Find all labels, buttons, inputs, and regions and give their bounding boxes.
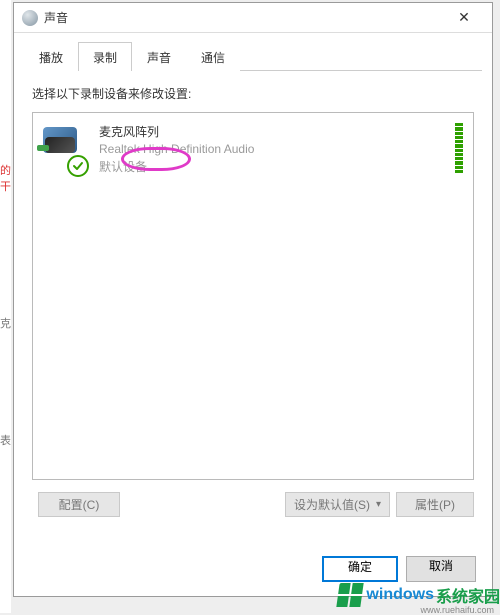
tab-playback[interactable]: 播放 [24, 42, 78, 71]
device-item[interactable]: 麦克风阵列 Realtek High Definition Audio 默认设备 [33, 113, 473, 184]
device-status: 默认设备 [99, 158, 147, 175]
cancel-button[interactable]: 取消 [406, 556, 476, 582]
default-check-icon [67, 155, 89, 177]
device-icon-wrap [43, 123, 89, 176]
watermark: windows 系统家园 [338, 583, 500, 607]
sound-icon [22, 10, 38, 26]
set-default-button[interactable]: 设为默认值(S) ▾ [285, 492, 390, 517]
tab-recording[interactable]: 录制 [78, 42, 132, 71]
tab-communications[interactable]: 通信 [186, 42, 240, 71]
side-text: 表 [0, 432, 11, 448]
level-meter [455, 123, 463, 173]
chevron-down-icon: ▾ [376, 499, 381, 510]
watermark-url: www.ruehaifu.com [420, 605, 494, 615]
microphone-icon [43, 127, 77, 153]
prompt-text: 选择以下录制设备来修改设置: [32, 85, 474, 102]
watermark-brand2: 系统家园 [436, 583, 500, 607]
ok-button[interactable]: 确定 [322, 556, 398, 582]
tab-strip: 播放 录制 声音 通信 [24, 45, 482, 71]
background-sliver: 的 干 克 表 [0, 0, 11, 613]
tab-sounds[interactable]: 声音 [132, 42, 186, 71]
side-text: 的 干 [0, 162, 11, 192]
device-name: 麦克风阵列 [99, 123, 463, 140]
device-button-row: 配置(C) 设为默认值(S) ▾ 属性(P) [32, 492, 474, 517]
configure-button[interactable]: 配置(C) [38, 492, 120, 517]
windows-logo-icon [337, 583, 364, 607]
titlebar: 声音 ✕ [14, 3, 492, 33]
sound-dialog: 声音 ✕ 播放 录制 声音 通信 选择以下录制设备来修改设置: 麦克风阵列 Re… [13, 2, 493, 597]
tab-panel-recording: 选择以下录制设备来修改设置: 麦克风阵列 Realtek High Defini… [14, 71, 492, 531]
close-button[interactable]: ✕ [444, 4, 484, 32]
device-text: 麦克风阵列 Realtek High Definition Audio 默认设备 [89, 123, 463, 176]
device-driver: Realtek High Definition Audio [99, 142, 463, 156]
properties-button[interactable]: 属性(P) [396, 492, 474, 517]
window-title: 声音 [44, 9, 444, 26]
side-text: 克 [0, 315, 11, 331]
dialog-buttons: 确定 取消 [322, 556, 476, 582]
watermark-brand1: windows [366, 586, 434, 604]
device-list[interactable]: 麦克风阵列 Realtek High Definition Audio 默认设备 [32, 112, 474, 480]
close-icon: ✕ [458, 9, 470, 26]
